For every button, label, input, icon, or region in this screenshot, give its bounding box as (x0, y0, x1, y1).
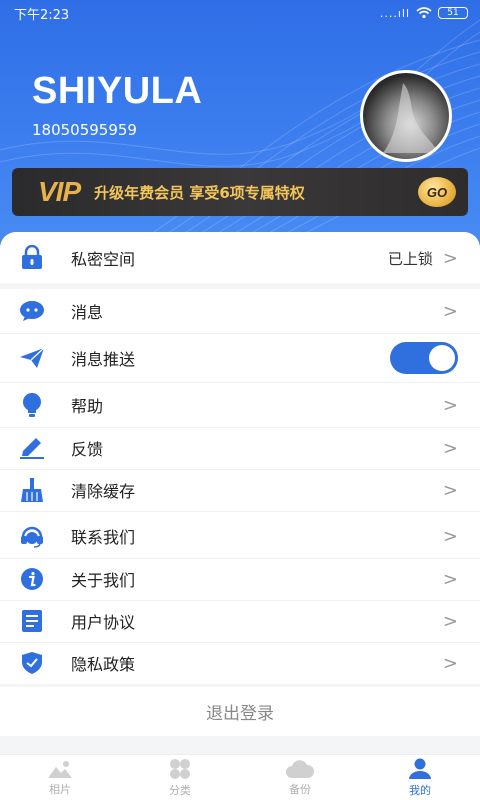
lightbulb-icon (18, 391, 46, 419)
lock-icon (18, 244, 46, 272)
wifi-icon (416, 7, 432, 19)
status-time: 下午2:23 (14, 7, 70, 23)
chevron-right-icon: > (442, 652, 458, 674)
status-bar: 下午2:23 ....ıll 51 (0, 0, 480, 26)
logout-button[interactable]: 退出登录 (0, 687, 480, 735)
bottom-tab-bar: 相片 分类 备份 我的 (0, 754, 480, 800)
category-icon (170, 758, 190, 779)
avatar-photo-icon (383, 83, 439, 153)
paper-plane-icon (18, 344, 46, 372)
menu-item-label: 清除缓存 (71, 482, 136, 501)
chevron-right-icon: > (442, 300, 458, 322)
vip-go-button[interactable]: GO (418, 177, 456, 207)
chevron-right-icon: > (442, 394, 458, 416)
vip-logo: VIP (38, 176, 81, 207)
chevron-right-icon: > (442, 525, 458, 547)
signal-icon: ....ıll (379, 6, 410, 20)
user-icon (409, 758, 431, 779)
battery-icon: 51 (438, 7, 468, 19)
tab-categories[interactable]: 分类 (120, 755, 240, 800)
menu-item-label: 反馈 (71, 440, 104, 459)
section-gap (0, 283, 480, 289)
menu-item-label: 隐私政策 (71, 655, 136, 674)
info-icon (18, 565, 46, 593)
bottom-gap (0, 736, 480, 754)
tab-label: 相片 (49, 782, 71, 796)
tab-backup[interactable]: 备份 (240, 755, 360, 800)
chevron-right-icon: > (442, 568, 458, 590)
tab-label: 备份 (289, 782, 311, 796)
chevron-right-icon: > (442, 610, 458, 632)
menu-item-label: 关于我们 (71, 571, 136, 590)
menu-item-push-notifications: 消息推送 (0, 335, 480, 381)
divider (0, 511, 480, 512)
private-space-status: 已上锁 (387, 249, 433, 268)
menu-item-clear-cache[interactable]: 清除缓存 > (0, 470, 480, 510)
push-notification-toggle[interactable] (390, 342, 458, 374)
menu-item-contact-us[interactable]: 联系我们 > (0, 514, 480, 558)
menu-item-user-agreement[interactable]: 用户协议 > (0, 600, 480, 642)
divider (0, 333, 480, 334)
menu-item-feedback[interactable]: 反馈 > (0, 428, 480, 468)
vip-banner[interactable]: VIP 升级年费会员 享受6项专属特权 GO (12, 168, 468, 216)
menu-item-privacy-policy[interactable]: 隐私政策 > (0, 642, 480, 684)
menu-item-messages[interactable]: 消息 > (0, 290, 480, 332)
menu-item-label: 消息 (71, 303, 104, 322)
cloud-icon (286, 759, 315, 778)
pencil-icon (18, 434, 46, 462)
username: SHIYULA (32, 70, 203, 112)
chat-bubble-icon (18, 297, 46, 325)
tab-photos[interactable]: 相片 (0, 755, 120, 800)
broom-icon (18, 476, 46, 504)
tab-label: 我的 (409, 783, 431, 797)
chevron-right-icon: > (442, 437, 458, 459)
shield-icon (18, 649, 46, 677)
menu-item-private-space[interactable]: 私密空间 已上锁 > (0, 238, 480, 278)
chevron-right-icon: > (442, 479, 458, 501)
photo-icon (48, 760, 72, 778)
phone-number: 18050595959 (32, 121, 137, 139)
document-icon (18, 607, 46, 635)
toggle-knob (429, 345, 455, 371)
menu-item-about-us[interactable]: 关于我们 > (0, 558, 480, 600)
tab-mine[interactable]: 我的 (360, 755, 480, 800)
menu-item-label: 消息推送 (71, 350, 136, 369)
avatar[interactable] (360, 70, 452, 162)
menu-item-label: 用户协议 (71, 613, 136, 632)
headset-icon (18, 522, 46, 550)
tab-label: 分类 (169, 783, 191, 797)
menu-item-label: 私密空间 (71, 250, 136, 269)
menu-item-label: 联系我们 (71, 528, 136, 547)
vip-promo-text: 升级年费会员 享受6项专属特权 (94, 183, 305, 202)
chevron-right-icon: > (442, 247, 458, 269)
menu-item-label: 帮助 (71, 397, 104, 416)
battery-level: 51 (447, 8, 459, 18)
divider (0, 382, 480, 383)
menu-item-help[interactable]: 帮助 > (0, 384, 480, 426)
